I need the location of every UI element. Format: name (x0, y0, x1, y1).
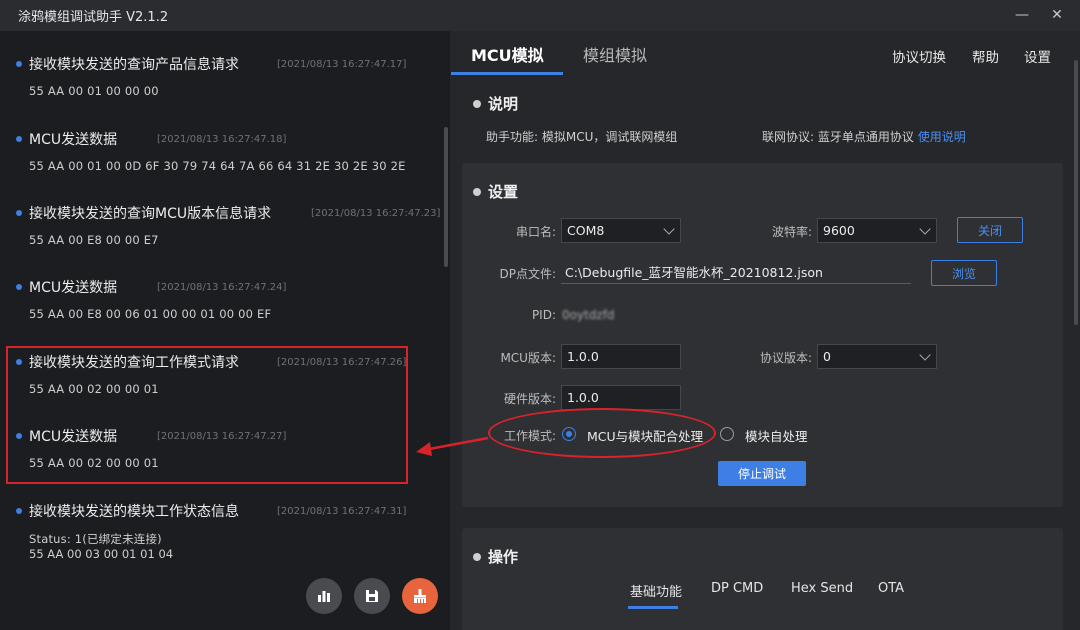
baud-label: 波特率: (771, 225, 812, 239)
proto-info: 联网协议: 蓝牙单点通用协议 使用说明 (762, 130, 966, 144)
clear-log-button[interactable] (402, 578, 438, 614)
log-title: 接收模块发送的模块工作状态信息 (29, 504, 239, 520)
tab-dp-cmd[interactable]: DP CMD (711, 581, 763, 596)
title-bar: 涂鸦模组调试助手 V2.1.2 — ✕ (0, 0, 1080, 31)
pid-label: PID: (531, 308, 556, 322)
section-dot-icon (473, 187, 481, 196)
mode-tabs: MCU模拟 模组模拟 协议切换 帮助 设置 (450, 31, 1080, 75)
log-entry: MCU发送数据 [2021/08/13 16:27:47.24] 55 AA 0… (16, 276, 436, 321)
highlight-box (6, 346, 408, 484)
func-info: 助手功能: 模拟MCU，调试联网模组 (486, 130, 678, 144)
save-icon (366, 590, 378, 602)
settings-scrollbar[interactable] (1074, 60, 1078, 325)
settings-link[interactable]: 设置 (1024, 46, 1051, 66)
log-entry: MCU发送数据 [2021/08/13 16:27:47.18] 55 AA 0… (16, 128, 436, 173)
hw-version-label: 硬件版本: (503, 392, 556, 406)
manual-link[interactable]: 使用说明 (918, 130, 966, 144)
log-time: [2021/08/13 16:27:47.31] (277, 506, 407, 517)
port-label: 串口名: (515, 225, 556, 239)
broom-icon (414, 589, 426, 603)
log-time: [2021/08/13 16:27:47.18] (157, 134, 287, 145)
window-title: 涂鸦模组调试助手 V2.1.2 (18, 10, 169, 25)
protocol-switch-link[interactable]: 协议切换 (892, 46, 946, 66)
bullet-icon (16, 508, 22, 514)
tab-mcu-sim[interactable]: MCU模拟 (471, 42, 544, 66)
log-data: Status: 1(已绑定未连接) (29, 532, 162, 546)
section-dot-icon (473, 99, 481, 108)
log-title: MCU发送数据 (29, 280, 118, 296)
section-dot-icon (473, 552, 481, 561)
log-panel[interactable]: 接收模块发送的查询产品信息请求 [2021/08/13 16:27:47.17]… (0, 31, 450, 630)
log-entry: 接收模块发送的模块工作状态信息 [2021/08/13 16:27:47.31]… (16, 500, 436, 561)
hw-version-input[interactable]: 1.0.0 (561, 385, 681, 410)
bullet-icon (16, 210, 22, 216)
ops-card (462, 528, 1063, 630)
active-tab-indicator (451, 72, 563, 75)
log-data: 55 AA 00 E8 00 06 01 00 00 01 00 00 EF (29, 307, 272, 321)
log-entry: 接收模块发送的查询产品信息请求 [2021/08/13 16:27:47.17]… (16, 53, 436, 98)
log-title: 接收模块发送的查询MCU版本信息请求 (29, 206, 272, 222)
bullet-icon (16, 61, 22, 67)
chevron-down-icon (919, 223, 931, 235)
port-select[interactable]: COM8 (561, 218, 681, 243)
log-time: [2021/08/13 16:27:47.23] (311, 208, 441, 219)
active-subtab-indicator (628, 606, 678, 609)
save-button[interactable] (354, 578, 390, 614)
ops-section-title: 操作 (473, 546, 518, 567)
chevron-down-icon (919, 349, 931, 361)
close-port-button[interactable]: 关闭 (957, 217, 1023, 243)
chart-button[interactable] (306, 578, 342, 614)
log-time: [2021/08/13 16:27:47.17] (277, 59, 407, 70)
pid-value: 0oytdzfd (562, 308, 615, 322)
bullet-icon (16, 284, 22, 290)
log-data: 55 AA 00 01 00 0D 6F 30 79 74 64 7A 66 6… (29, 159, 406, 173)
close-icon[interactable]: ✕ (1045, 4, 1069, 26)
log-data: 55 AA 00 E8 00 00 E7 (29, 233, 159, 247)
log-time: [2021/08/13 16:27:47.24] (157, 282, 287, 293)
proto-version-label: 协议版本: (759, 351, 812, 365)
bullet-icon (16, 136, 22, 142)
highlight-ellipse (488, 408, 716, 458)
tab-basic-functions[interactable]: 基础功能 (630, 581, 682, 600)
mode-option-module-label[interactable]: 模块自处理 (745, 426, 808, 445)
log-title: MCU发送数据 (29, 132, 118, 148)
dp-file-field[interactable]: C:\Debugfile_蓝牙智能水杯_20210812.json (561, 260, 911, 284)
arrow-icon (416, 436, 489, 456)
tab-ota[interactable]: OTA (878, 581, 904, 596)
log-entry: 接收模块发送的查询MCU版本信息请求 [2021/08/13 16:27:47.… (16, 202, 440, 247)
log-data: 55 AA 00 01 00 00 00 (29, 84, 159, 98)
baud-select[interactable]: 9600 (817, 218, 937, 243)
log-title: 接收模块发送的查询产品信息请求 (29, 57, 239, 73)
mode-option-module-radio[interactable] (720, 427, 734, 441)
log-data: 55 AA 00 03 00 01 01 04 (29, 547, 174, 561)
desc-section-title: 说明 (473, 93, 518, 114)
stop-debug-button[interactable]: 停止调试 (718, 461, 806, 486)
settings-section-title: 设置 (473, 181, 518, 202)
help-link[interactable]: 帮助 (972, 46, 999, 66)
proto-version-select[interactable]: 0 (817, 344, 937, 369)
right-panel: MCU模拟 模组模拟 协议切换 帮助 设置 说明 助手功能: 模拟MCU，调试联… (450, 31, 1080, 630)
mcu-version-label: MCU版本: (500, 351, 556, 365)
tab-module-sim[interactable]: 模组模拟 (583, 42, 647, 66)
mcu-version-input[interactable]: 1.0.0 (561, 344, 681, 369)
minimize-icon[interactable]: — (1010, 4, 1034, 26)
browse-button[interactable]: 浏览 (931, 260, 997, 286)
chevron-down-icon (663, 223, 675, 235)
dp-file-label: DP点文件: (499, 267, 556, 281)
tab-hex-send[interactable]: Hex Send (791, 581, 853, 596)
chart-icon (318, 591, 330, 602)
log-scrollbar[interactable] (444, 127, 448, 267)
